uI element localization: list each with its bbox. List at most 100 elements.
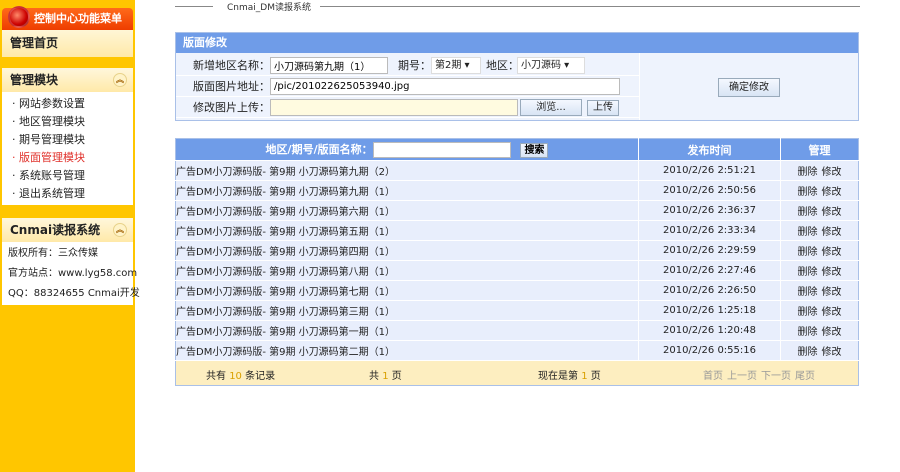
delete-link[interactable]: 删除 bbox=[798, 227, 818, 238]
page-count: 1 bbox=[382, 371, 389, 382]
table-row: 广告DM小刀源码版- 第9期 小刀源码第七期（1） 2010/2/26 2:26:… bbox=[175, 280, 859, 301]
img-label: 版面图片地址： bbox=[193, 80, 270, 93]
edit-link[interactable]: 修改 bbox=[822, 347, 842, 358]
sidebar-item[interactable]: · 地区管理模块 bbox=[2, 113, 133, 131]
qq-info: QQ：88324655 Cnmai开发 bbox=[8, 288, 140, 299]
edit-link[interactable]: 修改 bbox=[822, 227, 842, 238]
table-row: 广告DM小刀源码版- 第9期 小刀源码第九期（2） 2010/2/26 2:51:… bbox=[175, 160, 859, 181]
issue-select[interactable]: 第2期 ▾ bbox=[431, 57, 481, 74]
page-name: 广告DM小刀源码版- 第9期 小刀源码第一期（1） bbox=[175, 320, 639, 341]
edit-link[interactable]: 修改 bbox=[822, 267, 842, 278]
page-title: Cnmai_DM读报系统 bbox=[175, 0, 860, 13]
name-input[interactable] bbox=[270, 57, 388, 74]
delete-link[interactable]: 删除 bbox=[798, 187, 818, 198]
pager-text: 共 bbox=[369, 371, 379, 382]
sidebar-item[interactable]: · 退出系统管理 bbox=[2, 185, 133, 203]
page-name: 广告DM小刀源码版- 第9期 小刀源码第五期（1） bbox=[175, 220, 639, 241]
record-count: 10 bbox=[229, 371, 242, 382]
edit-link[interactable]: 修改 bbox=[822, 247, 842, 258]
page-name: 广告DM小刀源码版- 第9期 小刀源码第八期（1） bbox=[175, 260, 639, 281]
publish-time: 2010/2/26 2:50:56 bbox=[638, 180, 781, 201]
info-title: Cnmai读报系统 bbox=[10, 223, 101, 237]
logo-icon bbox=[8, 6, 30, 28]
delete-link[interactable]: 删除 bbox=[798, 167, 818, 178]
issue-value: 第2期 bbox=[435, 60, 462, 71]
sidebar-item[interactable]: · 网站参数设置 bbox=[2, 95, 133, 113]
page-title-text: Cnmai_DM读报系统 bbox=[227, 3, 311, 13]
sidebar: 控制中心功能菜单 管理首页 管理模块 ︽ · 网站参数设置 · 地区管理模块 · 期号… bbox=[0, 0, 140, 472]
pager-text: 页 bbox=[391, 371, 402, 382]
pager-text: 页 bbox=[590, 371, 601, 382]
page-name: 广告DM小刀源码版- 第9期 小刀源码第三期（1） bbox=[175, 300, 639, 321]
sidebar-header-title: 控制中心功能菜单 bbox=[34, 12, 122, 25]
edit-link[interactable]: 修改 bbox=[822, 187, 842, 198]
search-input[interactable] bbox=[372, 142, 511, 158]
edit-link[interactable]: 修改 bbox=[822, 307, 842, 318]
publish-time: 2010/2/26 2:27:46 bbox=[638, 260, 781, 281]
region-select[interactable]: 小刀源码 ▾ bbox=[517, 57, 585, 74]
name-label: 新增地区名称： bbox=[193, 59, 270, 72]
table-row: 广告DM小刀源码版- 第9期 小刀源码第六期（1） 2010/2/26 2:36:… bbox=[175, 200, 859, 221]
publish-time: 2010/2/26 2:29:59 bbox=[638, 240, 781, 261]
page-name: 广告DM小刀源码版- 第9期 小刀源码第七期（1） bbox=[175, 280, 639, 301]
first-page-link[interactable]: 首页 bbox=[703, 371, 723, 382]
collapse-icon[interactable]: ︽ bbox=[113, 73, 127, 87]
site-link[interactable]: 官方站点：www.lyg58.com bbox=[2, 264, 137, 284]
publish-time: 2010/2/26 2:51:21 bbox=[638, 160, 781, 181]
page-name: 广告DM小刀源码版- 第9期 小刀源码第九期（2） bbox=[175, 160, 639, 181]
current-page: 1 bbox=[581, 371, 588, 382]
sidebar-item[interactable]: · 版面管理模块 bbox=[2, 149, 133, 167]
sidebar-item[interactable]: · 系统账号管理 bbox=[2, 167, 133, 185]
pager-text: 现在是第 bbox=[538, 371, 578, 382]
next-page-link[interactable]: 下一页 bbox=[761, 371, 791, 382]
file-input[interactable] bbox=[270, 99, 518, 116]
upload-label: 修改图片上传： bbox=[193, 101, 270, 114]
search-label: 地区/期号/版面名称： bbox=[265, 143, 373, 156]
edit-link[interactable]: 修改 bbox=[822, 287, 842, 298]
edit-link[interactable]: 修改 bbox=[822, 207, 842, 218]
search-button[interactable]: 搜索 bbox=[520, 143, 549, 158]
delete-link[interactable]: 删除 bbox=[798, 307, 818, 318]
publish-time: 2010/2/26 1:20:48 bbox=[638, 320, 781, 341]
table-row: 广告DM小刀源码版- 第9期 小刀源码第五期（1） 2010/2/26 2:33:… bbox=[175, 220, 859, 241]
publish-time: 2010/2/26 0:55:16 bbox=[638, 340, 781, 361]
collapse-icon[interactable]: ︽ bbox=[113, 223, 127, 237]
table-row: 广告DM小刀源码版- 第9期 小刀源码第二期（1） 2010/2/26 0:55:… bbox=[175, 340, 859, 361]
delete-link[interactable]: 删除 bbox=[798, 327, 818, 338]
edit-link[interactable]: 修改 bbox=[822, 327, 842, 338]
page-name: 广告DM小刀源码版- 第9期 小刀源码第六期（1） bbox=[175, 200, 639, 221]
publish-time: 2010/2/26 2:33:34 bbox=[638, 220, 781, 241]
page-name: 广告DM小刀源码版- 第9期 小刀源码第九期（1） bbox=[175, 180, 639, 201]
table-row: 广告DM小刀源码版- 第9期 小刀源码第三期（1） 2010/2/26 1:25:… bbox=[175, 300, 859, 321]
edit-link[interactable]: 修改 bbox=[822, 167, 842, 178]
issue-label: 期号： bbox=[398, 59, 431, 72]
table-row: 广告DM小刀源码版- 第9期 小刀源码第一期（1） 2010/2/26 1:20:… bbox=[175, 320, 859, 341]
delete-link[interactable]: 删除 bbox=[798, 207, 818, 218]
browse-button[interactable]: 浏览... bbox=[520, 99, 582, 116]
delete-link[interactable]: 删除 bbox=[798, 347, 818, 358]
prev-page-link[interactable]: 上一页 bbox=[727, 371, 757, 382]
page-name: 广告DM小刀源码版- 第9期 小刀源码第二期（1） bbox=[175, 340, 639, 361]
region-value: 小刀源码 bbox=[521, 60, 561, 71]
publish-time: 2010/2/26 2:36:37 bbox=[638, 200, 781, 221]
upload-button[interactable]: 上传 bbox=[587, 100, 619, 116]
sidebar-item[interactable]: · 期号管理模块 bbox=[2, 131, 133, 149]
module-box: 管理模块 ︽ · 网站参数设置 · 地区管理模块 · 期号管理模块 · 版面管理模块 · … bbox=[2, 68, 133, 205]
delete-link[interactable]: 删除 bbox=[798, 247, 818, 258]
pager-text: 条记录 bbox=[245, 371, 276, 382]
col-time: 发布时间 bbox=[638, 138, 781, 161]
col-manage: 管理 bbox=[780, 138, 859, 161]
publish-time: 2010/2/26 1:25:18 bbox=[638, 300, 781, 321]
img-path-input[interactable] bbox=[270, 78, 620, 95]
delete-link[interactable]: 删除 bbox=[798, 287, 818, 298]
submit-button[interactable]: 确定修改 bbox=[718, 78, 780, 97]
region-label: 地区： bbox=[486, 59, 519, 72]
delete-link[interactable]: 删除 bbox=[798, 267, 818, 278]
publish-time: 2010/2/26 2:26:50 bbox=[638, 280, 781, 301]
module-title: 管理模块 bbox=[10, 73, 59, 87]
sidebar-header: 控制中心功能菜单 bbox=[2, 6, 133, 30]
last-page-link[interactable]: 尾页 bbox=[795, 371, 815, 382]
sidebar-home[interactable]: 管理首页 bbox=[2, 30, 133, 57]
table-row: 广告DM小刀源码版- 第9期 小刀源码第九期（1） 2010/2/26 2:50:… bbox=[175, 180, 859, 201]
search-header: 地区/期号/版面名称： 搜索 bbox=[175, 138, 639, 161]
